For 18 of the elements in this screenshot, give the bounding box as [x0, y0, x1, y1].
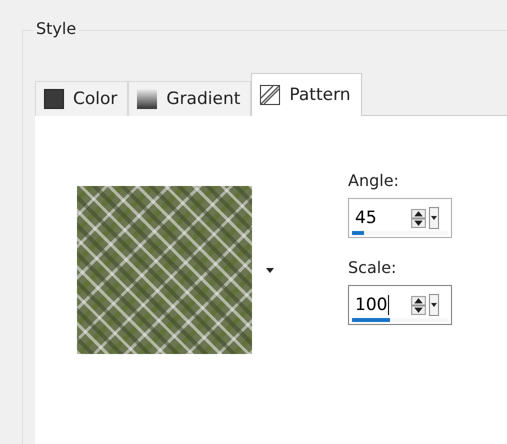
tab[interactable]: Pattern — [251, 73, 362, 116]
text-cursor — [388, 295, 390, 315]
field-label: Scale: — [348, 258, 398, 277]
up-down-arrows-icon[interactable] — [411, 208, 426, 228]
spin-field[interactable]: 45 — [348, 198, 452, 238]
field-value: 100 — [355, 295, 390, 315]
color-swatch-icon — [44, 89, 64, 109]
field-label: Angle: — [348, 171, 400, 190]
spin-field[interactable]: 100 — [348, 285, 452, 325]
field-value: 45 — [355, 208, 378, 228]
caret-icon[interactable] — [266, 268, 274, 272]
up-down-arrows-icon[interactable] — [411, 296, 426, 314]
group-title: Style — [33, 19, 80, 38]
tab[interactable]: Color — [35, 81, 128, 116]
pattern-swatch[interactable] — [77, 186, 252, 354]
hatched-square-icon — [260, 85, 280, 105]
tab[interactable]: Gradient — [128, 81, 252, 116]
gradient-swatch-icon — [137, 89, 158, 109]
